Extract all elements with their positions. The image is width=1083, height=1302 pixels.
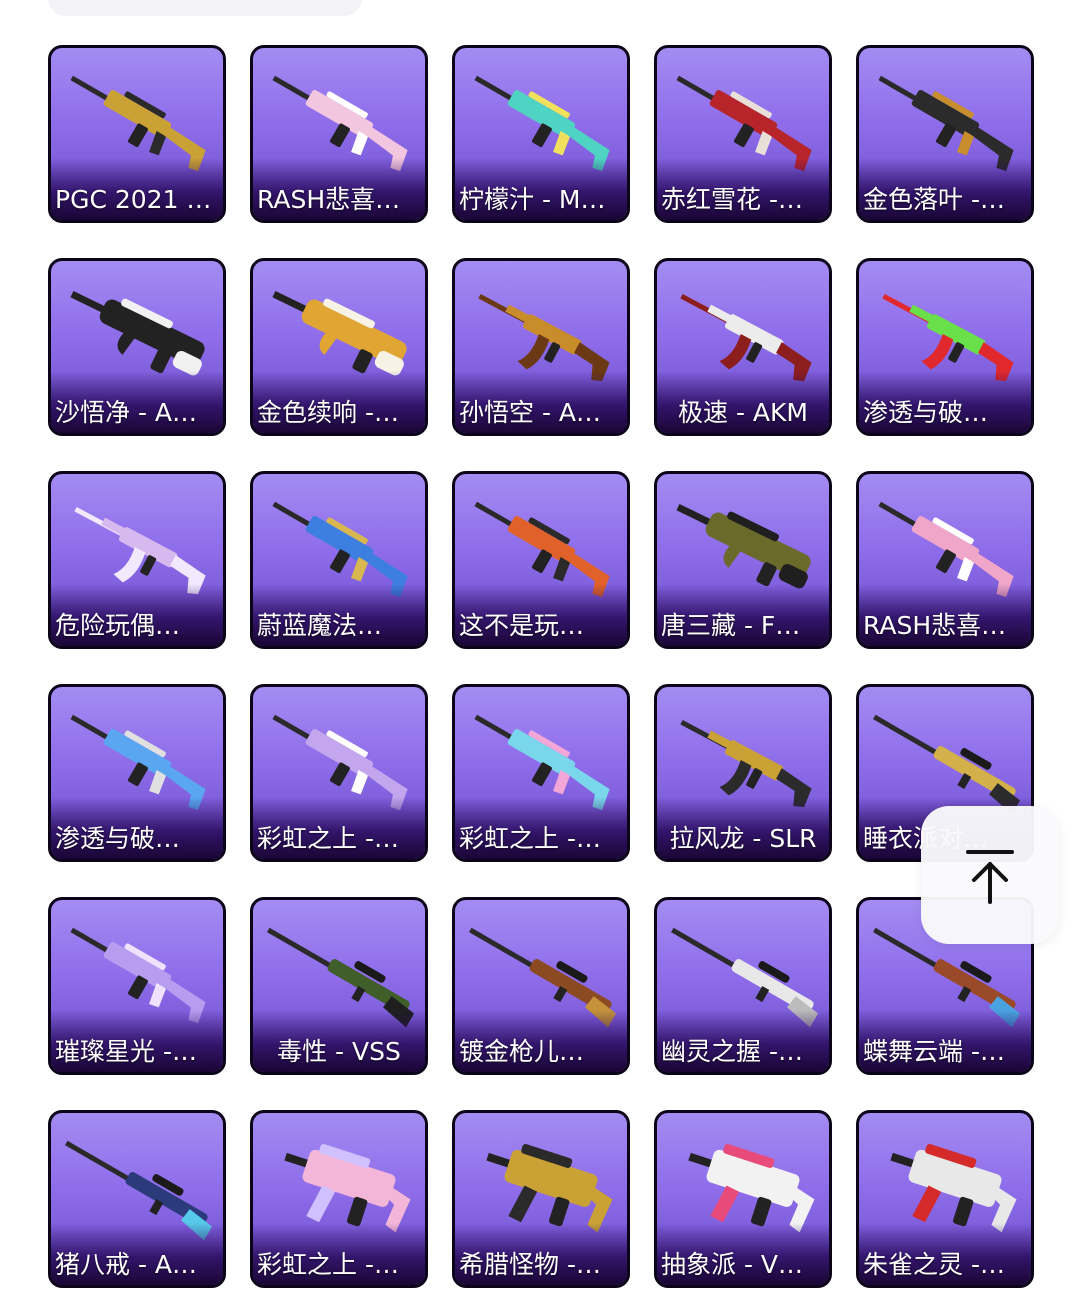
skin-name-label: 彩虹之上 -… [257, 1250, 399, 1279]
skin-name-label: 唐三藏 - F… [661, 611, 801, 640]
skin-name-label: 孙悟空 - A… [459, 398, 602, 427]
skin-card[interactable]: 这不是玩… [452, 471, 630, 649]
skin-name-label: 危险玩偶… [55, 611, 181, 640]
skin-name-label: 沙悟净 - A… [55, 398, 198, 427]
skin-name-label: RASH悲喜… [863, 611, 1007, 640]
skin-name-label: 希腊怪物 -… [459, 1250, 601, 1279]
skin-card[interactable]: 沙悟净 - A… [48, 258, 226, 436]
back-to-top-button[interactable] [921, 806, 1059, 944]
skin-name-label: 金色落叶 -… [863, 185, 1005, 214]
skin-name-label: 彩虹之上 -… [257, 824, 399, 853]
skin-card[interactable]: 唐三藏 - F… [654, 471, 832, 649]
skin-card[interactable]: 极速 - AKM [654, 258, 832, 436]
skin-card[interactable]: 孙悟空 - A… [452, 258, 630, 436]
skin-card[interactable]: 镀金枪儿… [452, 897, 630, 1075]
skin-card[interactable]: 幽灵之握 -… [654, 897, 832, 1075]
skin-name-label: 抽象派 - V… [661, 1250, 804, 1279]
skin-name-label: 这不是玩… [459, 611, 585, 640]
skin-name-label: 拉风龙 - SLR [669, 824, 817, 853]
skin-card[interactable]: 彩虹之上 -… [250, 684, 428, 862]
skin-card[interactable]: 柠檬汁 - M… [452, 45, 630, 223]
skin-card[interactable]: 希腊怪物 -… [452, 1110, 630, 1288]
skin-card[interactable]: 渗透与破… [48, 684, 226, 862]
skin-card[interactable]: 危险玩偶… [48, 471, 226, 649]
skin-card[interactable]: RASH悲喜… [856, 471, 1034, 649]
skin-name-label: PGC 2021 … [55, 185, 212, 214]
skin-name-label: 柠檬汁 - M… [459, 185, 606, 214]
skin-card[interactable]: 朱雀之灵 -… [856, 1110, 1034, 1288]
skin-grid: PGC 2021 … RASH悲喜… 柠檬汁 - M… 赤红雪花 -… 金色落叶… [48, 45, 1034, 1288]
skin-name-label: RASH悲喜… [257, 185, 401, 214]
skin-name-label: 渗透与破… [863, 398, 989, 427]
arrow-up-to-line-icon [966, 850, 1014, 904]
search-bar[interactable] [48, 0, 362, 16]
skin-name-label: 渗透与破… [55, 824, 181, 853]
skin-card[interactable]: RASH悲喜… [250, 45, 428, 223]
skin-card[interactable]: 猪八戒 - A… [48, 1110, 226, 1288]
skin-card[interactable]: 拉风龙 - SLR [654, 684, 832, 862]
skin-name-label: 幽灵之握 -… [661, 1037, 803, 1066]
skin-name-label: 金色续响 -… [257, 398, 399, 427]
skin-name-label: 彩虹之上 -… [459, 824, 601, 853]
skin-card[interactable]: 毒性 - VSS [250, 897, 428, 1075]
skin-card[interactable]: 赤红雪花 -… [654, 45, 832, 223]
skin-card[interactable]: 金色落叶 -… [856, 45, 1034, 223]
skin-card[interactable]: 抽象派 - V… [654, 1110, 832, 1288]
skin-name-label: 极速 - AKM [678, 398, 808, 427]
skin-card[interactable]: 金色续响 -… [250, 258, 428, 436]
skin-name-label: 赤红雪花 -… [661, 185, 803, 214]
skin-card[interactable]: 蔚蓝魔法… [250, 471, 428, 649]
skin-card[interactable]: 渗透与破… [856, 258, 1034, 436]
skin-name-label: 蔚蓝魔法… [257, 611, 383, 640]
skin-name-label: 毒性 - VSS [277, 1037, 401, 1066]
skin-card[interactable]: 璀璨星光 -… [48, 897, 226, 1075]
skin-name-label: 朱雀之灵 -… [863, 1250, 1005, 1279]
skin-name-label: 镀金枪儿… [459, 1037, 585, 1066]
skin-card[interactable]: PGC 2021 … [48, 45, 226, 223]
skin-name-label: 蝶舞云端 -… [863, 1037, 1005, 1066]
skin-name-label: 猪八戒 - A… [55, 1250, 198, 1279]
skin-card[interactable]: 彩虹之上 -… [250, 1110, 428, 1288]
skin-card[interactable]: 彩虹之上 -… [452, 684, 630, 862]
skin-name-label: 璀璨星光 -… [55, 1037, 197, 1066]
